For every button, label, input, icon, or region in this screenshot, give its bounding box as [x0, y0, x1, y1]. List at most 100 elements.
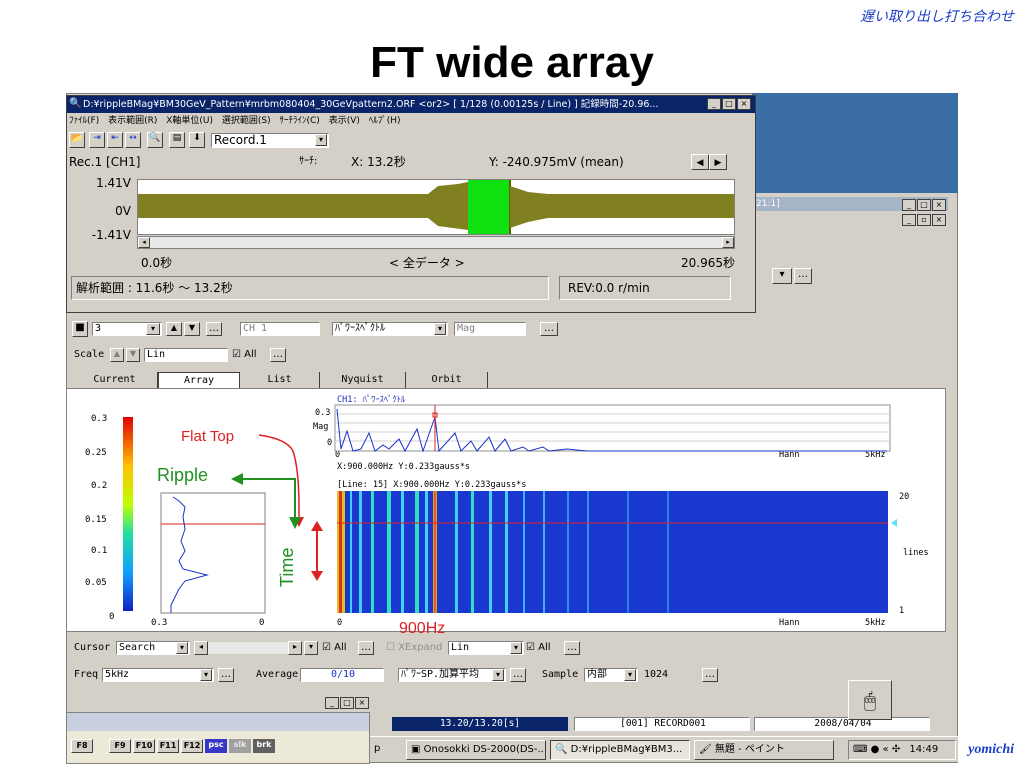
key-f10[interactable]: F10 — [133, 739, 155, 753]
readout-line: Rec.1 [CH1] ｻｰﾁ: X: 13.2秒 Y: -240.975mV … — [69, 154, 753, 170]
tab-array[interactable]: Array — [158, 372, 240, 388]
minimize-icon[interactable]: _ — [902, 199, 916, 211]
minimize-icon[interactable]: _ — [325, 697, 339, 709]
bg-more-button[interactable]: … — [794, 268, 812, 284]
key-f9[interactable]: F9 — [109, 739, 131, 753]
maximize-icon[interactable]: □ — [722, 98, 736, 110]
xexpand-checkbox[interactable]: ☐ XExpand — [386, 642, 442, 653]
menu-searchline[interactable]: ｻｰﾁﾗｲﾝ(C) — [280, 116, 320, 126]
menu-file[interactable]: ﾌｧｲﾙ(F) — [69, 116, 99, 126]
down-icon[interactable]: ▼ — [184, 322, 200, 336]
cursor-more-button[interactable]: … — [358, 641, 374, 655]
close-icon[interactable]: × — [737, 98, 751, 110]
sample-more-button[interactable]: … — [702, 668, 718, 682]
key-f11[interactable]: F11 — [157, 739, 179, 753]
restore-icon[interactable]: ▫ — [917, 214, 931, 226]
maximize-icon[interactable]: □ — [917, 199, 931, 211]
scale-up-icon[interactable]: ▲ — [110, 348, 124, 362]
scroll-right-icon[interactable]: ▸ — [288, 641, 302, 655]
waveform-window-controls[interactable]: _ □ × — [707, 98, 751, 110]
scale-select[interactable]: Lin — [144, 348, 228, 362]
annotation-flat-top: Flat Top — [181, 428, 234, 445]
all-checkbox[interactable]: ☑ All — [232, 349, 257, 360]
key-f8[interactable]: F8 — [71, 739, 93, 753]
mag-select[interactable]: Mag — [454, 322, 526, 336]
freq-more-button[interactable]: … — [218, 668, 234, 682]
array-line-marker-icon[interactable] — [891, 519, 897, 527]
minimize-icon[interactable]: _ — [707, 98, 721, 110]
open-icon[interactable]: 📂 — [69, 132, 85, 148]
xexpand-all-checkbox[interactable]: ☑ All — [526, 642, 551, 653]
maximize-icon[interactable]: □ — [340, 697, 354, 709]
taskbar-item-onosokki[interactable]: ▣ Onosokki DS-2000(DS-... — [406, 740, 546, 760]
num-dropdown-icon[interactable]: ▾ — [146, 323, 160, 335]
menu-selection[interactable]: 選択範囲(S) — [222, 116, 271, 126]
taskbar-item-paint[interactable]: 🖌 無題 - ペイント — [694, 740, 834, 760]
menu-xunit[interactable]: X軸単位(U) — [166, 116, 213, 126]
close-icon[interactable]: × — [932, 199, 946, 211]
freq-dropdown-icon[interactable]: ▾ — [200, 669, 212, 681]
xexpand-dropdown-icon[interactable]: ▾ — [510, 642, 522, 654]
taskbar-item[interactable]: p — [370, 740, 400, 760]
close-icon[interactable]: × — [355, 697, 369, 709]
fkeys-window-controls[interactable]: _ □ × — [325, 697, 369, 709]
bg-window-controls-2[interactable]: _ ▫ × — [902, 214, 946, 226]
menu-help[interactable]: ﾍﾙﾌﾟ(H) — [369, 116, 401, 126]
type-select[interactable]: ﾊﾟﾜｰｽﾍﾟｸﾄﾙ — [332, 322, 448, 336]
tray-icons[interactable]: ⌨ ● « ✣ — [853, 744, 900, 755]
mouse-icon[interactable]: 🖱 — [848, 680, 892, 720]
fit-icon[interactable]: ↔ — [125, 132, 141, 148]
menu-range[interactable]: 表示範囲(R) — [108, 116, 157, 126]
next-icon[interactable]: ▶ — [709, 154, 727, 170]
scroll-left-icon[interactable]: ◂ — [138, 237, 150, 248]
bg-window-controls[interactable]: _ □ × — [902, 199, 946, 211]
down-arrow-icon[interactable]: ⬇ — [189, 132, 205, 148]
channel-select[interactable]: CH 1 — [240, 322, 320, 336]
expand-right-icon[interactable]: ⇥ — [89, 132, 105, 148]
more-button[interactable]: … — [206, 322, 222, 336]
record-select[interactable]: Record.1 — [211, 133, 329, 148]
cursor-scrollbar[interactable] — [208, 642, 288, 654]
waveform-scrollbar[interactable]: ◂ ▸ — [137, 236, 735, 249]
spectrum-y-label: Mag — [313, 422, 328, 432]
avg-more-button[interactable]: … — [510, 668, 526, 682]
bg-dropdown[interactable]: ▾ — [772, 268, 792, 284]
waveform-window-titlebar[interactable]: D:¥rippleBMag¥BM30GeV_Pattern¥mrbm080404… — [67, 96, 755, 113]
xexpand-more-button[interactable]: … — [564, 641, 580, 655]
close-icon[interactable]: × — [932, 214, 946, 226]
tab-current[interactable]: Current — [72, 372, 158, 388]
more-button-2[interactable]: … — [540, 322, 558, 336]
sample-dropdown-icon[interactable]: ▾ — [624, 669, 636, 681]
key-slk[interactable]: slk — [229, 739, 251, 753]
tab-list[interactable]: List — [240, 372, 320, 388]
cursor-down-icon[interactable]: ▾ — [304, 641, 318, 655]
tab-nyquist[interactable]: Nyquist — [320, 372, 406, 388]
cursor-all-checkbox[interactable]: ☑ All — [322, 642, 347, 653]
save-icon[interactable]: ■ — [72, 321, 88, 337]
average-field[interactable]: 0/10 — [300, 668, 384, 682]
freq-select[interactable]: 5kHz — [102, 668, 214, 682]
key-brk[interactable]: brk — [253, 739, 275, 753]
display-icon[interactable]: ▤ — [169, 132, 185, 148]
avg-mode-dropdown-icon[interactable]: ▾ — [492, 669, 504, 681]
taskbar-item-active[interactable]: 🔍 D:¥rippleBMag¥BM3... — [550, 740, 690, 760]
slide-note: 遅い取り出し打ち合わせ — [860, 9, 1014, 25]
key-f12[interactable]: F12 — [181, 739, 203, 753]
scroll-left-icon[interactable]: ◂ — [194, 641, 208, 655]
zoom-icon[interactable]: 🔍 — [147, 132, 163, 148]
cursor-mode-dropdown-icon[interactable]: ▾ — [176, 642, 188, 654]
up-icon[interactable]: ▲ — [166, 322, 182, 336]
scroll-right-icon[interactable]: ▸ — [722, 237, 734, 248]
minimize-icon[interactable]: _ — [902, 214, 916, 226]
record-dropdown-icon[interactable]: ▾ — [315, 134, 327, 146]
avg-mode-select[interactable]: ﾊﾟﾜｰSP.加算平均 — [398, 668, 506, 682]
type-dropdown-icon[interactable]: ▾ — [434, 323, 446, 335]
scale-more-button[interactable]: … — [270, 348, 286, 362]
tab-orbit[interactable]: Orbit — [406, 372, 488, 388]
key-psc[interactable]: psc — [205, 739, 227, 753]
scale-down-icon[interactable]: ▼ — [126, 348, 140, 362]
prev-icon[interactable]: ◀ — [691, 154, 709, 170]
expand-left-icon[interactable]: ⇤ — [107, 132, 123, 148]
waveform-selection[interactable] — [468, 180, 510, 234]
menu-view[interactable]: 表示(V) — [329, 116, 360, 126]
